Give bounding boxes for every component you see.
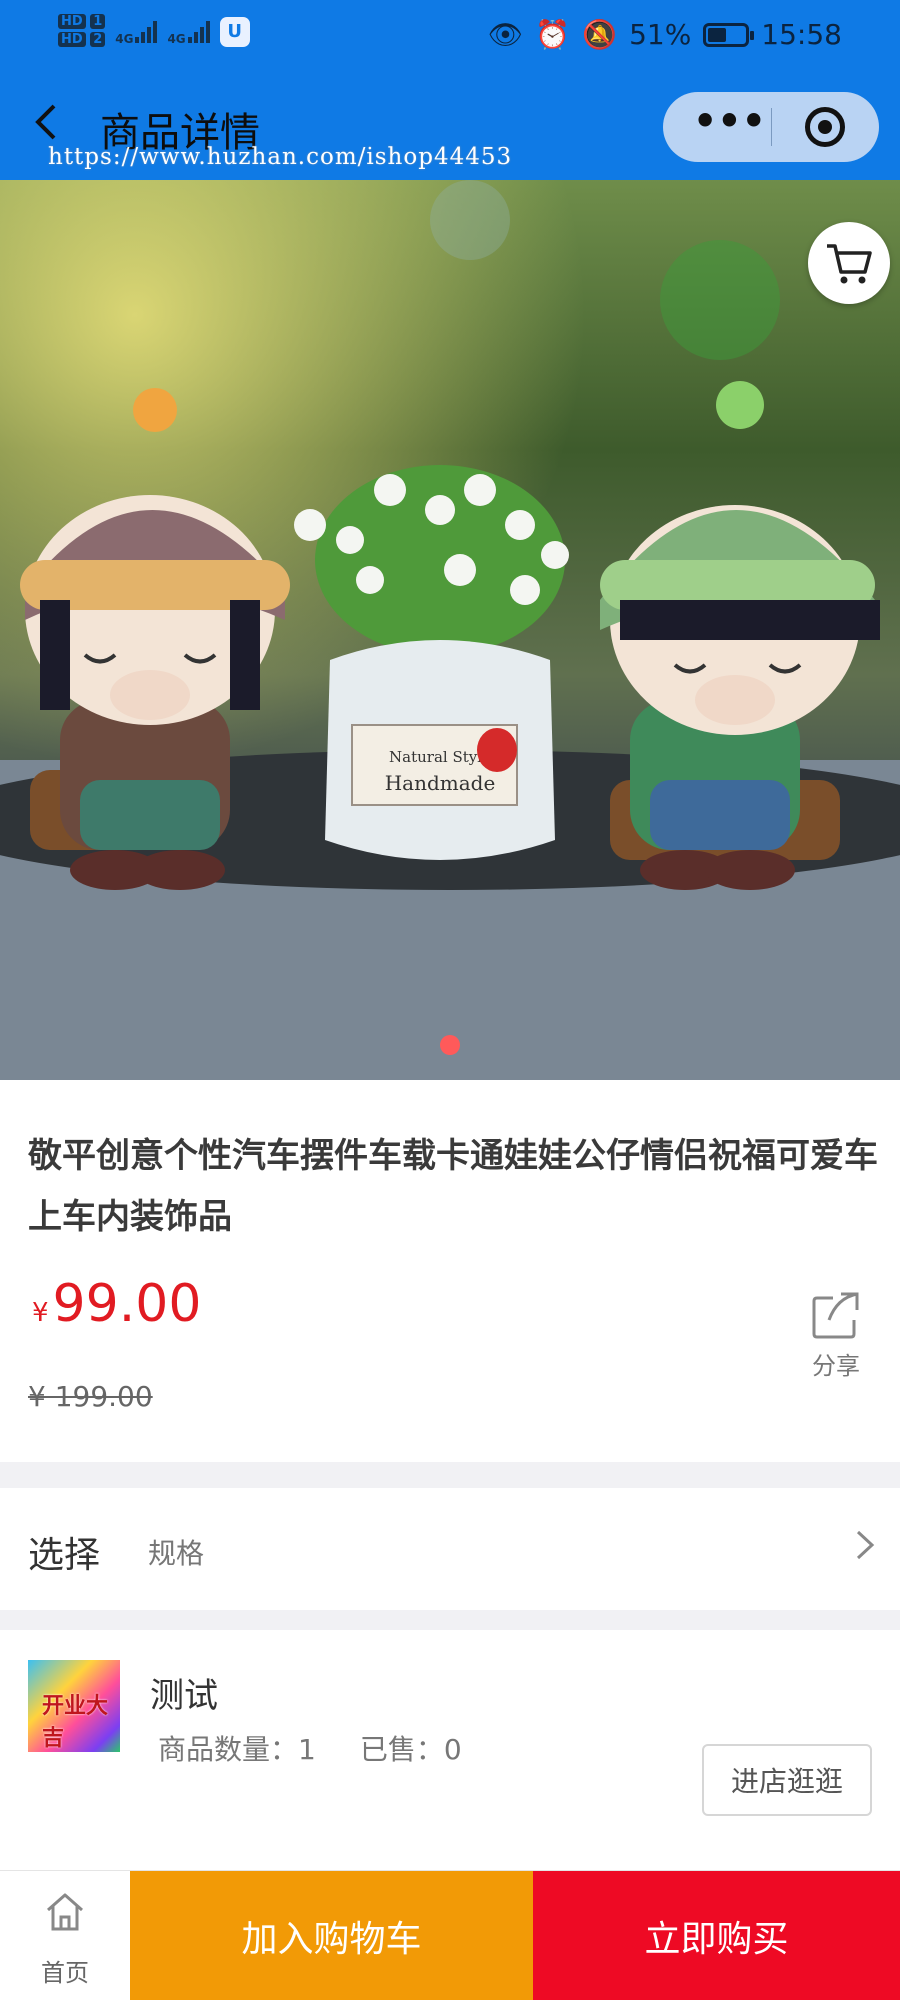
share-label: 分享 [812, 1352, 860, 1380]
more-icon[interactable]: ••• [693, 102, 766, 146]
status-bar: HD 1 HD 2 4G 4G U 👁 ⏰ 🔕 51% 15:58 [0, 0, 900, 80]
product-image[interactable]: Natural Style Handmade [0, 180, 900, 1080]
cart-floating-button[interactable] [808, 222, 890, 304]
add-to-cart-button[interactable]: 加入购物车 [130, 1871, 533, 2000]
hd-badge-2: HD [58, 32, 86, 47]
mute-bell-icon: 🔕 [582, 18, 618, 51]
carousel-indicator[interactable] [440, 1035, 460, 1055]
mini-program-capsule: ••• [663, 92, 879, 162]
product-photo: Natural Style Handmade [0, 180, 900, 1080]
pot-label-line2: Handmade [385, 771, 496, 795]
store-name: 测试 [150, 1676, 218, 1716]
top-bar: HD 1 HD 2 4G 4G U 👁 ⏰ 🔕 51% 15:58 商品详情 h… [0, 0, 900, 180]
bottom-action-bar: 首页 加入购物车 立即购买 [0, 1870, 900, 2000]
spec-value: 规格 [148, 1537, 205, 1570]
store-card: 开业大吉 测试 商品数量：1 已售：0 进店逛逛 [0, 1630, 900, 1870]
chevron-right-icon [856, 1530, 875, 1560]
hd-badge-1: HD [58, 14, 86, 29]
back-arrow-icon[interactable] [30, 100, 70, 150]
eye-icon: 👁 [487, 18, 524, 51]
share-button[interactable]: 分享 [804, 1290, 868, 1380]
store-logo[interactable]: 开业大吉 [28, 1660, 120, 1752]
home-tab[interactable]: 首页 [0, 1871, 130, 2000]
spec-label: 选择 [28, 1535, 101, 1576]
pot-label-line1: Natural Style [389, 748, 491, 766]
sim-index-1: 1 [90, 14, 106, 29]
signal-icon-1: 4G [115, 19, 158, 46]
store-sold: 已售：0 [359, 1733, 462, 1766]
alarm-icon: ⏰ [535, 18, 571, 51]
clock: 15:58 [761, 18, 842, 51]
store-stats: 商品数量：1 已售：0 [158, 1728, 462, 1768]
home-label: 首页 [41, 1959, 89, 1987]
cart-icon [827, 244, 872, 284]
buy-now-button[interactable]: 立即购买 [533, 1871, 900, 2000]
visit-store-button[interactable]: 进店逛逛 [702, 1744, 872, 1816]
navigation-bar: 商品详情 https://www.huzhan.com/ishop44453 •… [0, 88, 900, 178]
original-price: ¥ 199.00 [28, 1380, 153, 1413]
product-price: ¥99.00 [32, 1274, 201, 1334]
product-title: 敬平创意个性汽车摆件车载卡通娃娃公仔情侣祝福可爱车上车内装饰品 [28, 1136, 878, 1237]
signal-icon-2: 4G [167, 19, 210, 46]
product-info: 敬平创意个性汽车摆件车载卡通娃娃公仔情侣祝福可爱车上车内装饰品 ¥99.00 ¥… [0, 1080, 900, 1462]
close-target-icon[interactable] [805, 107, 845, 147]
share-icon [812, 1292, 859, 1339]
sim-indicators: HD 1 HD 2 [58, 14, 106, 50]
battery-percent: 51% [629, 18, 692, 51]
sim-index-2: 2 [90, 32, 106, 47]
currency-symbol: ¥ [32, 1298, 49, 1328]
store-quantity: 商品数量：1 [158, 1733, 316, 1766]
home-icon [47, 1893, 83, 1931]
price-value: 99.00 [52, 1274, 202, 1334]
watermark-url: https://www.huzhan.com/ishop44453 [48, 144, 513, 170]
battery-icon [703, 22, 755, 47]
spec-selector-row[interactable]: 选择 规格 [0, 1488, 900, 1610]
capsule-divider [771, 108, 772, 146]
app-notification-icon: U [219, 17, 250, 47]
